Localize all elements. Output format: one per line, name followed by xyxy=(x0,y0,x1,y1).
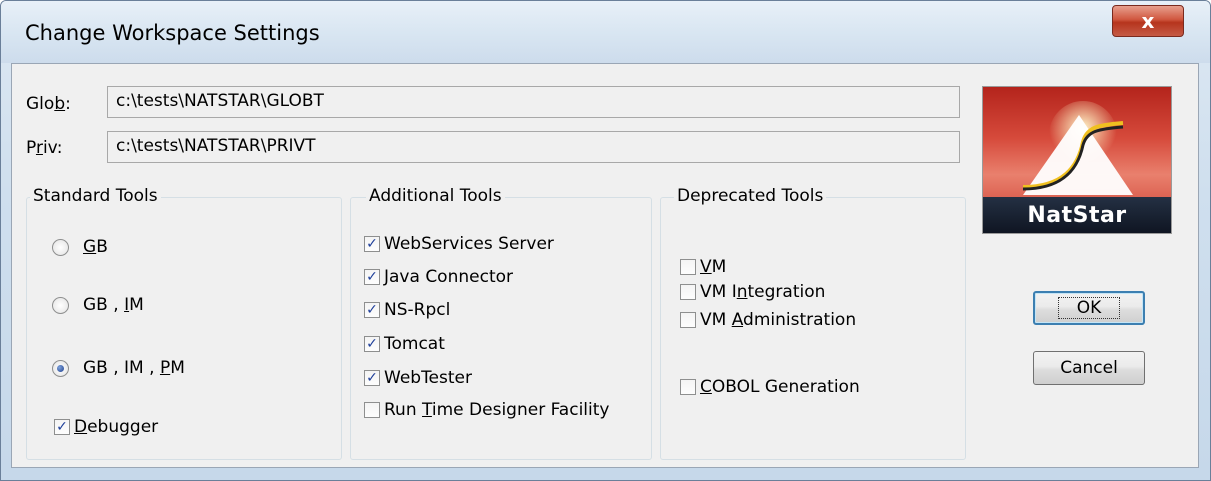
cancel-button[interactable]: Cancel xyxy=(1033,351,1145,385)
debugger-label: Debugger xyxy=(74,417,159,437)
checkbox-ns-rpcl[interactable]: ✓ NS-Rpcl xyxy=(364,300,450,320)
natstar-logo-graphic xyxy=(1022,101,1133,195)
checkbox-label: VM Administration xyxy=(700,310,857,330)
radio-indicator-selected xyxy=(52,359,69,377)
radio-selected-dot xyxy=(57,364,64,372)
checkbox-unchecked-icon xyxy=(680,284,696,300)
ok-button-label: OK xyxy=(1057,297,1121,319)
checkbox-checked-icon: ✓ xyxy=(364,269,380,285)
checkbox-run-time-designer-facility[interactable]: Run Time Designer Facility xyxy=(364,400,609,420)
checkbox-label: WebServices Server xyxy=(384,234,554,254)
checkbox-webtester[interactable]: ✓ WebTester xyxy=(364,368,472,388)
checkbox-vm[interactable]: VM xyxy=(680,257,726,277)
logo-text: NatStar xyxy=(983,197,1171,233)
checkbox-unchecked-icon xyxy=(680,312,696,328)
deprecated-tools-title: Deprecated Tools xyxy=(674,186,827,206)
radio-indicator xyxy=(52,238,69,256)
checkbox-label: Tomcat xyxy=(384,334,445,354)
checkbox-cobol-generation[interactable]: COBOL Generation xyxy=(680,377,860,397)
checkbox-label: Java Connector xyxy=(384,267,513,287)
debugger-checkbox[interactable]: ✓ Debugger xyxy=(54,417,158,437)
radio-gb-im[interactable]: GB , IM xyxy=(52,295,144,315)
checkbox-checked-icon: ✓ xyxy=(364,336,380,352)
checkbox-label: NS-Rpcl xyxy=(384,300,451,320)
radio-indicator xyxy=(52,296,69,314)
checkbox-unchecked-icon xyxy=(680,379,696,395)
close-icon: x xyxy=(1141,9,1155,33)
radio-gb-im-pm-label: GB , IM , PM xyxy=(83,358,185,378)
checkbox-tomcat[interactable]: ✓ Tomcat xyxy=(364,334,445,354)
checkbox-checked-icon: ✓ xyxy=(364,302,380,318)
checkbox-webservices-server[interactable]: ✓ WebServices Server xyxy=(364,234,554,254)
checkbox-label: Run Time Designer Facility xyxy=(384,400,610,420)
glob-path-field[interactable]: c:\tests\NATSTAR\GLOBT xyxy=(107,86,960,118)
natstar-logo: NatStar xyxy=(982,86,1172,234)
checkbox-unchecked-icon xyxy=(364,402,380,418)
radio-gb-im-pm[interactable]: GB , IM , PM xyxy=(52,358,185,378)
checkbox-label: VM xyxy=(700,257,727,277)
checkbox-checked-icon: ✓ xyxy=(364,236,380,252)
standard-tools-title: Standard Tools xyxy=(30,186,161,206)
glob-label: Glob: xyxy=(26,94,71,114)
priv-label: Priv: xyxy=(26,138,63,158)
additional-tools-title: Additional Tools xyxy=(366,186,505,206)
checkbox-java-connector[interactable]: ✓ Java Connector xyxy=(364,267,513,287)
checkbox-label: VM Integration xyxy=(700,282,826,302)
checkbox-vm-administration[interactable]: VM Administration xyxy=(680,310,856,330)
radio-gb-label: GB xyxy=(83,237,108,257)
radio-gb-im-label: GB , IM xyxy=(83,295,144,315)
window-title: Change Workspace Settings xyxy=(25,21,320,45)
dialog-window: Change Workspace Settings x Glob: c:\tes… xyxy=(0,0,1211,481)
checkbox-unchecked-icon xyxy=(680,259,696,275)
radio-gb[interactable]: GB xyxy=(52,237,108,257)
checkbox-label: WebTester xyxy=(384,368,472,388)
checkbox-checked-icon: ✓ xyxy=(54,419,70,435)
ok-button[interactable]: OK xyxy=(1033,291,1145,325)
title-bar[interactable]: Change Workspace Settings x xyxy=(1,1,1210,63)
dialog-client-area: Glob: c:\tests\NATSTAR\GLOBT Priv: c:\te… xyxy=(11,63,1199,468)
checkbox-checked-icon: ✓ xyxy=(364,370,380,386)
checkbox-label: COBOL Generation xyxy=(700,377,860,397)
close-button[interactable]: x xyxy=(1112,5,1184,37)
priv-path-field[interactable]: c:\tests\NATSTAR\PRIVT xyxy=(107,131,960,163)
checkbox-vm-integration[interactable]: VM Integration xyxy=(680,282,825,302)
